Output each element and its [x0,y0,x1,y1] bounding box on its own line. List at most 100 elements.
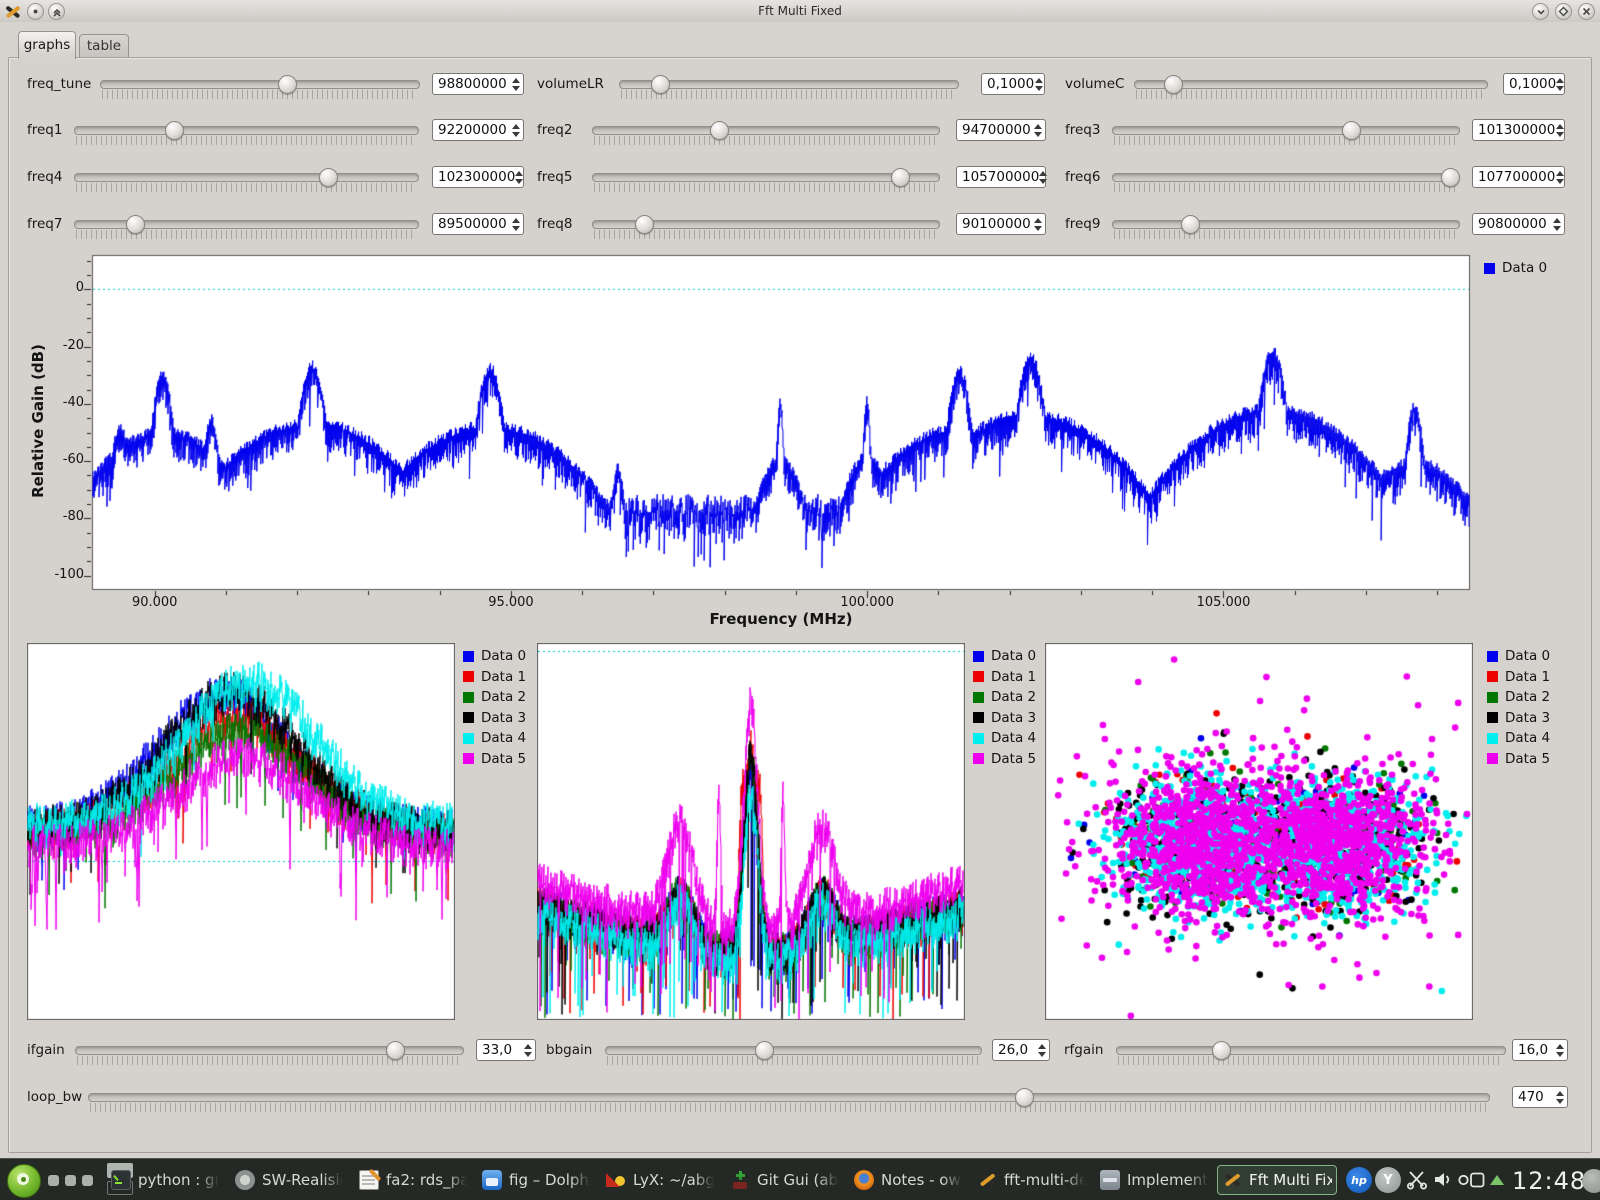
ifgain-spin-arrows[interactable] [521,1044,535,1057]
taskbar-task[interactable]: Implementieru [1096,1165,1212,1195]
freq5-spin-up-icon[interactable] [1039,171,1047,176]
freq9-spinbox[interactable]: 90800000 [1472,213,1565,235]
bbgain-spin-down-icon[interactable] [1038,1052,1046,1057]
freq9-slider-thumb[interactable] [1181,215,1200,234]
freq3-slider-track[interactable] [1112,126,1460,135]
ifgain-spinbox[interactable]: 33,0 [476,1039,536,1061]
freq7-spin-up-icon[interactable] [512,218,520,223]
tray-overflow-icon[interactable] [1582,1169,1600,1193]
freq1-slider-thumb[interactable] [165,121,184,140]
freq3-spin-arrows[interactable] [1555,124,1564,137]
loop_bw-slider-thumb[interactable] [1015,1088,1034,1107]
rfgain-spin-arrows[interactable] [1553,1044,1567,1057]
klipper-scissors-icon[interactable] [1406,1169,1428,1195]
volumeLR-slider-track[interactable] [619,80,959,89]
loop_bw-spinbox[interactable]: 470 [1512,1086,1568,1108]
freq_tune-spin-up-icon[interactable] [512,78,520,83]
freq6-slider-thumb[interactable] [1441,168,1460,187]
freq5-spinbox[interactable]: 105700000 [956,166,1046,188]
loop_bw-slider-track[interactable] [88,1093,1490,1102]
rfgain-slider-thumb[interactable] [1212,1041,1231,1060]
volumeLR-value[interactable]: 0,1000 [982,76,1034,92]
loop_bw-spin-up-icon[interactable] [1556,1091,1564,1096]
freq5-slider-thumb[interactable] [891,168,910,187]
freq3-spinbox[interactable]: 101300000 [1472,119,1565,141]
volumeC-spin-arrows[interactable] [1556,78,1564,91]
freq7-spin-down-icon[interactable] [512,226,520,231]
freq2-spin-up-icon[interactable] [1034,124,1042,129]
freq4-spin-arrows[interactable] [515,171,523,184]
bbgain-spinbox[interactable]: 26,0 [992,1039,1050,1061]
rfgain-spin-down-icon[interactable] [1556,1052,1564,1057]
volumeLR-spin-down-icon[interactable] [1035,86,1043,91]
volumeLR-spin-arrows[interactable] [1034,78,1044,91]
freq8-spin-down-icon[interactable] [1034,226,1042,231]
loop_bw-spin-arrows[interactable] [1553,1091,1567,1104]
freq4-value[interactable]: 102300000 [433,169,515,185]
freq_tune-slider-track[interactable] [100,80,420,89]
freq2-spinbox[interactable]: 94700000 [956,119,1046,141]
tab-table[interactable]: table [79,34,129,59]
freq6-spin-up-icon[interactable] [1556,171,1564,176]
taskbar-task[interactable]: LyX: ~/abgabe [602,1165,718,1195]
ifgain-spin-down-icon[interactable] [524,1052,532,1057]
freq5-value[interactable]: 105700000 [957,169,1039,185]
volumeLR-slider-thumb[interactable] [651,75,670,94]
freq1-spin-down-icon[interactable] [512,132,520,137]
freq7-spin-arrows[interactable] [509,218,523,231]
freq5-spin-arrows[interactable] [1039,171,1047,184]
freq8-slider-thumb[interactable] [635,215,654,234]
ifgain-spin-up-icon[interactable] [524,1044,532,1049]
freq_tune-slider-thumb[interactable] [278,75,297,94]
yakuake-tray-icon[interactable]: Y [1375,1167,1401,1193]
taskbar-task[interactable]: fa2: rds_parse [355,1165,471,1195]
taskbar-task[interactable]: Notes - ownCl [850,1165,966,1195]
freq3-slider-thumb[interactable] [1342,121,1361,140]
taskbar-task[interactable]: SW-Realisierun [231,1165,347,1195]
freq8-spinbox[interactable]: 90100000 [956,213,1046,235]
pin-button[interactable] [27,3,44,20]
freq7-spinbox[interactable]: 89500000 [432,213,524,235]
ifgain-slider-thumb[interactable] [386,1041,405,1060]
freq4-spin-down-icon[interactable] [515,179,523,184]
maximize-button[interactable] [1555,3,1572,20]
tab-graphs[interactable]: graphs [18,31,76,59]
volumeLR-spinbox[interactable]: 0,1000 [981,73,1045,95]
freq3-spin-down-icon[interactable] [1556,132,1564,137]
freq6-spin-down-icon[interactable] [1556,179,1564,184]
freq7-value[interactable]: 89500000 [433,216,509,232]
freq2-spin-arrows[interactable] [1031,124,1045,137]
expand-arrow-icon[interactable] [1490,1175,1504,1185]
hp-tray-icon[interactable]: hp [1346,1167,1372,1193]
freq1-spin-arrows[interactable] [509,124,523,137]
rfgain-spinbox[interactable]: 16,0 [1512,1039,1568,1061]
volumeC-spin-down-icon[interactable] [1556,86,1564,91]
freq5-spin-down-icon[interactable] [1039,179,1047,184]
freq9-spin-up-icon[interactable] [1553,218,1561,223]
freq9-spin-down-icon[interactable] [1553,226,1561,231]
freq4-slider-track[interactable] [74,173,419,182]
rollup-button[interactable] [48,3,65,20]
freq5-slider-track[interactable] [592,173,940,182]
volumeC-spinbox[interactable]: 0,1000 [1503,73,1565,95]
rfgain-spin-up-icon[interactable] [1556,1044,1564,1049]
freq9-slider-track[interactable] [1112,220,1460,229]
freq4-spinbox[interactable]: 102300000 [432,166,524,188]
freq9-spin-arrows[interactable] [1550,218,1564,231]
taskbar-task[interactable]: fig – Dolphin [478,1165,594,1195]
taskbar-task[interactable]: fft-multi-deco [973,1165,1089,1195]
freq_tune-spin-down-icon[interactable] [512,86,520,91]
bbgain-slider-thumb[interactable] [755,1041,774,1060]
bbgain-value[interactable]: 26,0 [993,1042,1035,1058]
freq2-value[interactable]: 94700000 [957,122,1031,138]
freq1-slider-track[interactable] [74,126,419,135]
freq9-value[interactable]: 90800000 [1473,216,1550,232]
volume-icon[interactable] [1433,1169,1455,1195]
freq1-spinbox[interactable]: 92200000 [432,119,524,141]
freq2-slider-track[interactable] [592,126,940,135]
battery-icon[interactable] [1458,1171,1486,1193]
loop_bw-value[interactable]: 470 [1513,1089,1553,1105]
taskbar-task[interactable]: python : gnur [107,1165,223,1195]
taskbar-task-active[interactable]: Fft Multi Fixed [1217,1165,1337,1195]
loop_bw-spin-down-icon[interactable] [1556,1099,1564,1104]
